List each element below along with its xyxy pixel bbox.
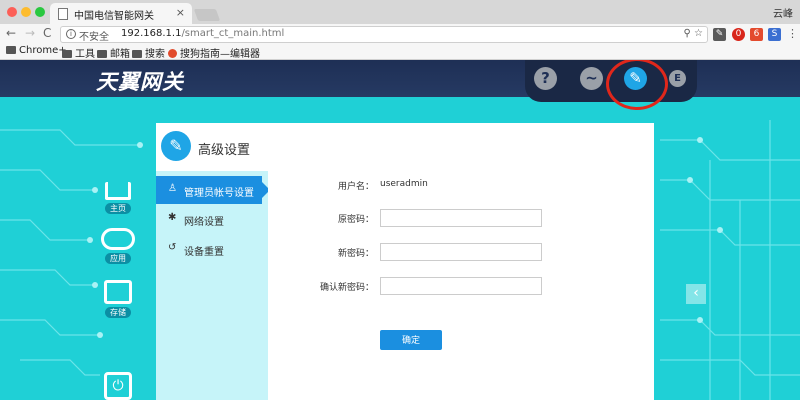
- window-close-button[interactable]: [7, 7, 17, 17]
- old-password-label: 原密码：: [337, 215, 374, 225]
- confirm-button[interactable]: 确定: [380, 330, 442, 350]
- chevron-left-icon[interactable]: ‹: [686, 284, 706, 304]
- bookmark-item[interactable]: 工具: [62, 45, 95, 60]
- folder-icon: [97, 50, 107, 58]
- gateway-app: 天翼网关 ? ~ ✎ E 主页 应用 存储 ⏻ ✎ 高级设置 ♙ 管理员帐号设置…: [0, 60, 800, 400]
- bookmark-star-icon[interactable]: ⚲ ☆: [684, 28, 703, 39]
- window-minimize-button[interactable]: [21, 7, 31, 17]
- rail-storage[interactable]: 存储: [98, 280, 138, 318]
- highlight-ring-annotation: [606, 60, 668, 110]
- rail-home-label: 主页: [105, 203, 131, 214]
- sidebar-title: 高级设置: [198, 143, 251, 158]
- sidebar-item-admin-account[interactable]: ♙ 管理员帐号设置: [156, 176, 270, 204]
- folder-icon: [62, 50, 72, 58]
- settings-sidebar: ✎ 高级设置 ♙ 管理员帐号设置 ✱ 网络设置 ↺ 设备重置: [156, 123, 270, 400]
- sogou-icon: [168, 49, 177, 58]
- new-password-label: 新密码：: [337, 249, 374, 259]
- sidebar-item-device-reset[interactable]: ↺ 设备重置: [156, 235, 268, 263]
- username-label: 用户名：: [337, 182, 374, 192]
- bookmark-item[interactable]: Chrome+: [6, 45, 67, 56]
- page-icon: [58, 8, 68, 20]
- extension-icon[interactable]: 6: [750, 28, 763, 41]
- insecure-label: 不安全: [79, 32, 109, 43]
- browser-tab-bar: 中国电信智能网关 × 云峰: [0, 0, 800, 24]
- sidebar-header: ✎ 高级设置: [156, 123, 268, 171]
- new-tab-button[interactable]: [193, 9, 221, 21]
- forward-icon[interactable]: →: [25, 26, 35, 40]
- bookmark-item[interactable]: 搜索: [132, 45, 165, 60]
- sidebar-item-label: 设备重置: [184, 247, 224, 258]
- bookmark-item[interactable]: 搜狗指南—编辑器: [168, 45, 260, 60]
- wrench-icon: ✎: [161, 131, 191, 161]
- home-icon: [105, 182, 131, 200]
- gear-icon: ✱: [168, 212, 177, 223]
- reload-icon[interactable]: C: [43, 26, 51, 40]
- extension-icon[interactable]: ✎: [713, 28, 726, 41]
- username-value: useradmin: [380, 179, 428, 189]
- extension-icon[interactable]: 0: [732, 28, 745, 41]
- browser-tab[interactable]: 中国电信智能网关 ×: [50, 3, 192, 24]
- account-settings-form: 用户名： useradmin 原密码： 新密码： 确认新密码： 确定: [268, 123, 654, 400]
- power-icon[interactable]: ⏻: [104, 372, 132, 400]
- browser-toolbar: ← → C i 不安全 192.168.1.1/smart_ct_main.ht…: [0, 24, 800, 44]
- tab-close-icon[interactable]: ×: [176, 6, 185, 19]
- sidebar-item-label: 管理员帐号设置: [184, 188, 254, 199]
- folder-icon: [6, 46, 16, 54]
- window-zoom-button[interactable]: [35, 7, 45, 17]
- cloud-icon: [101, 228, 135, 250]
- url-text[interactable]: 192.168.1.1/smart_ct_main.html: [121, 28, 284, 39]
- confirm-password-label: 确认新密码：: [319, 283, 374, 293]
- bookmark-item[interactable]: 邮箱: [97, 45, 130, 60]
- back-icon[interactable]: ←: [6, 26, 16, 40]
- bookmarks-bar: Chrome+ 工具 邮箱 搜索 搜狗指南—编辑器: [0, 44, 800, 60]
- reset-icon: ↺: [168, 242, 177, 253]
- new-password-field[interactable]: [380, 243, 542, 261]
- browser-menu-icon[interactable]: ⋮: [787, 27, 798, 40]
- status-icon[interactable]: ~: [580, 67, 603, 90]
- confirm-password-field[interactable]: [380, 277, 542, 295]
- sidebar-item-label: 网络设置: [184, 217, 224, 228]
- person-icon: ♙: [168, 183, 177, 194]
- logout-icon[interactable]: E: [669, 70, 686, 87]
- storage-icon: [104, 280, 132, 304]
- brand-logo: 天翼网关: [96, 69, 184, 94]
- rail-storage-label: 存储: [105, 307, 131, 318]
- extension-icon[interactable]: S: [768, 28, 781, 41]
- old-password-field[interactable]: [380, 209, 542, 227]
- folder-icon: [132, 50, 142, 58]
- rail-apps-label: 应用: [105, 253, 131, 264]
- help-icon[interactable]: ?: [534, 67, 557, 90]
- address-bar[interactable]: i 不安全 192.168.1.1/smart_ct_main.html ⚲ ☆: [60, 26, 708, 43]
- info-icon[interactable]: i: [66, 29, 76, 39]
- sidebar-item-network[interactable]: ✱ 网络设置: [156, 205, 268, 233]
- profile-name[interactable]: 云峰: [773, 5, 793, 20]
- rail-home[interactable]: 主页: [98, 172, 138, 214]
- tab-title: 中国电信智能网关: [74, 11, 154, 22]
- rail-apps[interactable]: 应用: [98, 228, 138, 264]
